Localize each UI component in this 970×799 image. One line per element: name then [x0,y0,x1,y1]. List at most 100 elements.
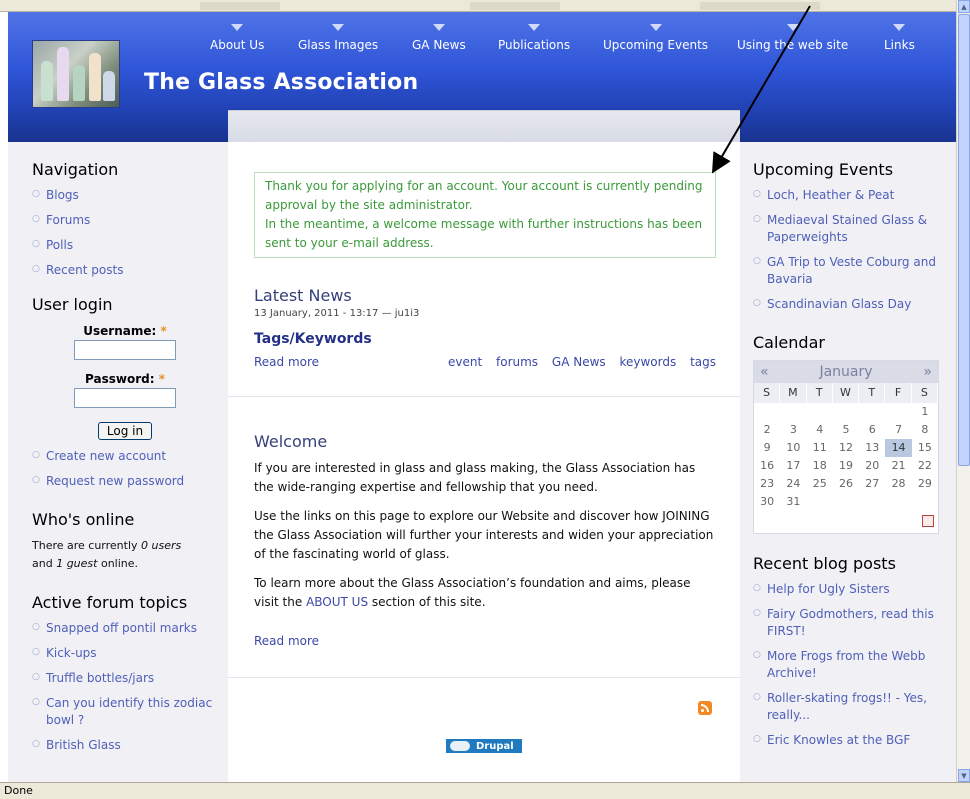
log-in-button[interactable]: Log in [97,422,153,440]
latest-news-title[interactable]: Latest News [254,286,716,305]
blog-post-link[interactable]: Fairy Godmothers, read this FIRST! [753,605,953,640]
scroll-down-icon[interactable]: ▼ [958,769,970,782]
status-message-line: Thank you for applying for an account. Y… [265,179,703,212]
password-input[interactable] [74,388,176,408]
page: The Glass Association About Us Glass Ima… [8,12,956,782]
calendar-day[interactable]: 4 [807,421,833,439]
calendar-day[interactable]: 27 [859,475,885,493]
nav-glass-images[interactable]: Glass Images [298,24,378,52]
username-input[interactable] [74,340,176,360]
calendar-day[interactable]: 16 [754,457,780,475]
username-label: Username: * [32,324,218,338]
calendar-day[interactable]: 14 [885,439,912,457]
calendar-day[interactable]: 20 [859,457,885,475]
nav-label: About Us [210,38,265,52]
calendar-day[interactable]: 5 [833,421,859,439]
calendar-day-name: T [806,383,833,403]
latest-news: Latest News 13 January, 2011 - 13:17 — j… [254,286,716,369]
blog-post-link[interactable]: Roller-skating frogs!! - Yes, really... [753,689,953,724]
vertical-scrollbar[interactable]: ▲ ▼ [956,0,970,782]
news-read-more-link[interactable]: Read more [254,355,319,369]
ical-icon[interactable] [922,515,934,527]
calendar-day-name: S [911,383,938,403]
event-item[interactable]: Loch, Heather & Peat [753,186,953,204]
calendar-day[interactable]: 7 [885,421,911,439]
calendar-day[interactable]: 10 [780,439,806,457]
online-text-1: There are currently [32,539,142,552]
news-item-title[interactable]: Tags/Keywords [254,331,716,347]
nav-using-web-site[interactable]: Using the web site [737,24,848,52]
event-item[interactable]: Scandinavian Glass Day [753,295,953,313]
status-bar: Done [0,782,970,799]
calendar-day[interactable]: 13 [859,439,885,457]
create-account-link[interactable]: Create new account [32,447,218,465]
nav-about-us[interactable]: About Us [210,24,265,52]
scroll-thumb[interactable] [958,14,970,466]
calendar-day[interactable]: 6 [859,421,885,439]
calendar-day[interactable]: 21 [885,457,911,475]
nav-item-blogs[interactable]: Blogs [32,186,218,204]
divider [228,677,740,678]
tag-link[interactable]: tags [690,355,716,369]
calendar-day[interactable]: 23 [754,475,780,493]
calendar-day[interactable]: 30 [754,493,780,511]
calendar-day[interactable]: 24 [780,475,806,493]
blog-post-link[interactable]: Help for Ugly Sisters [753,580,953,598]
nav-ga-news[interactable]: GA News [412,24,466,52]
forum-topic[interactable]: Truffle bottles/jars [32,669,218,687]
calendar-day[interactable]: 29 [912,475,938,493]
status-text: Done [4,784,33,797]
calendar-day[interactable]: 26 [833,475,859,493]
calendar-day[interactable]: 28 [885,475,911,493]
calendar-empty-cell [833,403,859,421]
calendar-day[interactable]: 3 [780,421,806,439]
nav-upcoming-events[interactable]: Upcoming Events [603,24,708,52]
tag-link[interactable]: keywords [619,355,676,369]
user-login-block: User login Username: * Password: * Log i… [32,295,218,490]
request-password-link[interactable]: Request new password [32,472,218,490]
scroll-up-icon[interactable]: ▲ [958,0,970,13]
browser-top-strip [0,0,956,12]
active-forum-block: Active forum topics Snapped off pontil m… [32,593,218,754]
calendar-day[interactable]: 11 [807,439,833,457]
welcome-read-more-link[interactable]: Read more [254,634,716,648]
calendar-day[interactable]: 2 [754,421,780,439]
event-item[interactable]: Mediaeval Stained Glass & Paperweights [753,211,953,246]
calendar-day[interactable]: 1 [912,403,938,421]
tag-link[interactable]: event [448,355,482,369]
calendar-next-link[interactable]: » [923,364,932,380]
event-item[interactable]: GA Trip to Veste Coburg and Bavaria [753,253,953,288]
calendar-header: « January » [754,361,938,383]
tag-link[interactable]: forums [496,355,538,369]
about-us-link[interactable]: ABOUT US [306,595,368,609]
calendar-day[interactable]: 8 [912,421,938,439]
forum-topic[interactable]: British Glass [32,736,218,754]
nav-item-forums[interactable]: Forums [32,211,218,229]
nav-publications[interactable]: Publications [498,24,570,52]
forum-topic[interactable]: Snapped off pontil marks [32,619,218,637]
nav-item-recent-posts[interactable]: Recent posts [32,261,218,279]
calendar-day[interactable]: 15 [912,439,938,457]
forum-topic[interactable]: Can you identify this zodiac bowl ? [32,694,218,729]
calendar-day[interactable]: 31 [780,493,806,511]
calendar-prev-link[interactable]: « [760,364,769,380]
calendar-day[interactable]: 17 [780,457,806,475]
calendar-day[interactable]: 22 [912,457,938,475]
online-users: 0 users [141,539,182,552]
nav-links[interactable]: Links [884,24,915,52]
calendar-day[interactable]: 18 [807,457,833,475]
calendar-day[interactable]: 19 [833,457,859,475]
calendar-day[interactable]: 9 [754,439,780,457]
drupal-badge[interactable]: Drupal [446,739,522,753]
welcome-title[interactable]: Welcome [254,432,716,451]
calendar-day[interactable]: 12 [833,439,859,457]
rss-feed-icon[interactable] [698,701,712,715]
blog-post-link[interactable]: More Frogs from the Webb Archive! [753,647,953,682]
blog-post-link[interactable]: Eric Knowles at the BGF [753,731,953,749]
site-name[interactable]: The Glass Association [144,70,418,95]
tag-link[interactable]: GA News [552,355,606,369]
calendar-day[interactable]: 25 [807,475,833,493]
nav-item-polls[interactable]: Polls [32,236,218,254]
forum-topic[interactable]: Kick-ups [32,644,218,662]
news-tags: event forums GA News keywords tags [438,355,716,369]
